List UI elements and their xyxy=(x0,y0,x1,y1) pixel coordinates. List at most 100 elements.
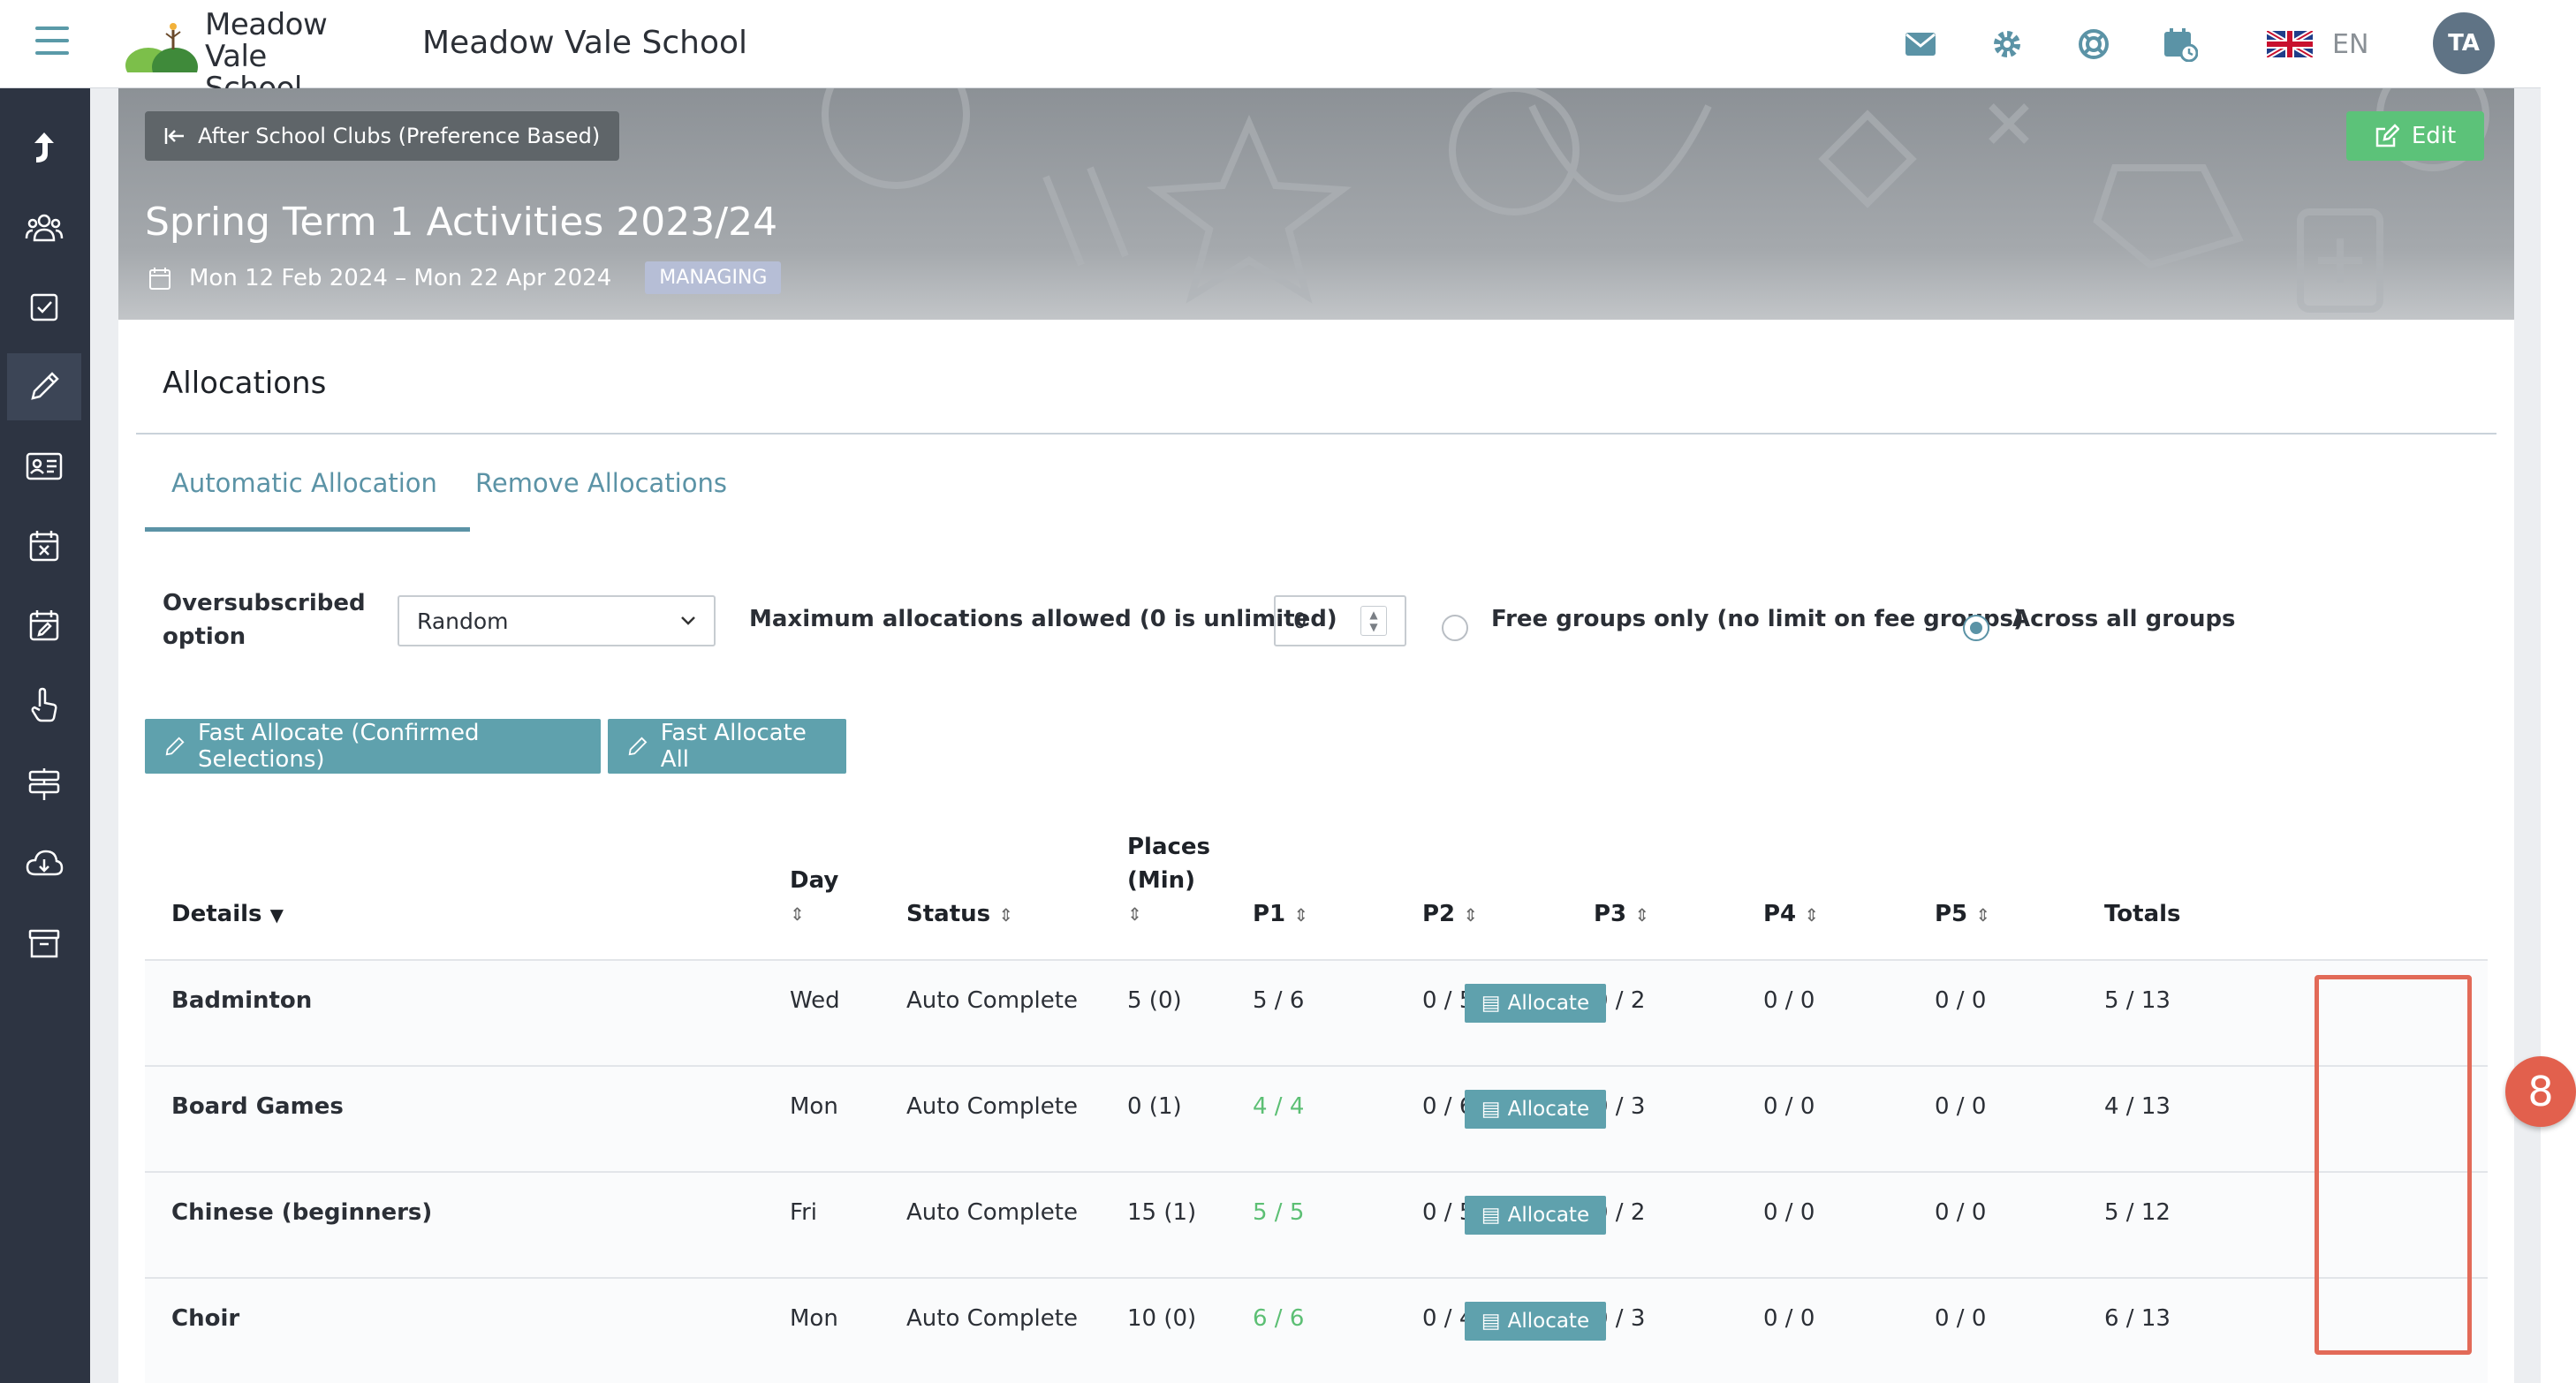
section-divider xyxy=(136,433,2496,435)
cell-p4: 0 / 0 xyxy=(1763,1093,1815,1120)
cell-status: Auto Complete xyxy=(906,1305,1078,1332)
cell-details[interactable]: Badminton xyxy=(171,987,312,1014)
settings-icon[interactable] xyxy=(1988,25,2027,64)
allocate-button[interactable]: ▤ Allocate xyxy=(1465,1302,1606,1341)
fast-allocate-confirmed-button[interactable]: Fast Allocate (Confirmed Selections) xyxy=(145,719,601,774)
cell-p5: 0 / 0 xyxy=(1935,1305,1987,1332)
uk-flag-icon xyxy=(2267,31,2313,57)
logo-hills-icon xyxy=(125,23,198,72)
cell-p4: 0 / 0 xyxy=(1763,1199,1815,1226)
radio-across-all-groups[interactable] xyxy=(1963,615,1989,641)
sort-icon: ⇕ xyxy=(790,903,805,925)
list-icon: ▤ xyxy=(1481,992,1501,1015)
calendar-icon xyxy=(149,267,170,290)
edit-button[interactable]: Edit xyxy=(2346,111,2484,161)
cell-status: Auto Complete xyxy=(906,1093,1078,1120)
hamburger-menu-icon[interactable] xyxy=(35,26,69,55)
cell-day: Wed xyxy=(790,987,840,1014)
cloud-download-icon[interactable] xyxy=(7,830,81,897)
cell-p5: 0 / 0 xyxy=(1935,987,1987,1014)
max-allocations-input[interactable]: 0 ▲ ▼ xyxy=(1274,595,1406,646)
table-row: Choir Mon Auto Complete 10 (0) 6 / 6 0 /… xyxy=(145,1277,2488,1383)
mail-icon[interactable] xyxy=(1901,25,1940,64)
column-header-p1[interactable]: P1 ⇕ xyxy=(1253,897,1308,932)
hand-pointer-icon[interactable] xyxy=(7,671,81,738)
fast-allocate-all-label: Fast Allocate All xyxy=(660,720,807,773)
cell-p5: 0 / 0 xyxy=(1935,1093,1987,1120)
fast-allocate-all-button[interactable]: Fast Allocate All xyxy=(608,719,846,774)
tab-remove-allocations[interactable]: Remove Allocations xyxy=(475,468,727,532)
status-badge: MANAGING xyxy=(645,261,782,294)
oversubscribed-value: Random xyxy=(417,608,509,634)
column-header-p5[interactable]: P5 ⇕ xyxy=(1935,897,1990,932)
allocate-button[interactable]: ▤ Allocate xyxy=(1465,1090,1606,1129)
sort-icon: ⇕ xyxy=(1463,904,1478,926)
max-allocations-label: Maximum allocations allowed (0 is unlimi… xyxy=(749,606,1337,632)
sort-desc-icon: ▼ xyxy=(269,904,284,926)
back-button[interactable]: After School Clubs (Preference Based) xyxy=(145,111,620,161)
column-header-status[interactable]: Status ⇕ xyxy=(906,897,1013,932)
allocate-button[interactable]: ▤ Allocate xyxy=(1465,984,1606,1023)
cell-p4: 0 / 0 xyxy=(1763,1305,1815,1332)
tab-automatic-allocation[interactable]: Automatic Allocation xyxy=(145,468,470,532)
sort-icon: ⇕ xyxy=(1127,903,1142,925)
cell-status: Auto Complete xyxy=(906,987,1078,1014)
edit-icon xyxy=(2375,124,2399,147)
allocate-button[interactable]: ▤ Allocate xyxy=(1465,1196,1606,1235)
checkbox-icon[interactable] xyxy=(7,274,81,341)
school-name: Meadow Vale School xyxy=(422,25,748,61)
pencil-icon xyxy=(628,737,648,756)
language-selector[interactable]: EN xyxy=(2267,25,2368,64)
cell-day: Mon xyxy=(790,1093,838,1120)
cell-p1: 4 / 4 xyxy=(1253,1093,1305,1120)
cell-totals: 6 / 13 xyxy=(2104,1305,2171,1332)
activity-banner: After School Clubs (Preference Based) Ed… xyxy=(118,88,2514,320)
number-stepper-icon[interactable]: ▲ ▼ xyxy=(1360,606,1387,636)
signpost-icon[interactable] xyxy=(7,751,81,818)
list-icon: ▤ xyxy=(1481,1204,1501,1227)
radio-free-groups[interactable] xyxy=(1442,615,1468,641)
cell-totals: 5 / 12 xyxy=(2104,1199,2171,1226)
oversubscribed-label: Oversubscribed option xyxy=(163,590,366,650)
language-code: EN xyxy=(2332,28,2369,60)
cell-day: Fri xyxy=(790,1199,817,1226)
section-title: Allocations xyxy=(163,366,327,401)
archive-icon[interactable] xyxy=(7,910,81,977)
top-bar: Meadow Vale School Meadow Vale School EN… xyxy=(0,0,2576,104)
table-row: Badminton Wed Auto Complete 5 (0) 5 / 6 … xyxy=(145,959,2488,1065)
left-sidebar xyxy=(0,88,90,1383)
column-header-p2[interactable]: P2 ⇕ xyxy=(1422,897,1478,932)
people-icon[interactable] xyxy=(7,194,81,261)
calendar-edit-icon[interactable] xyxy=(7,592,81,659)
back-button-label: After School Clubs (Preference Based) xyxy=(198,124,601,148)
fast-allocate-confirmed-label: Fast Allocate (Confirmed Selections) xyxy=(198,720,480,773)
column-header-day[interactable]: Day ⇕ xyxy=(790,864,838,931)
calendar-clock-icon[interactable] xyxy=(2161,25,2200,64)
calendar-x-icon[interactable] xyxy=(7,512,81,579)
switch-icon[interactable] xyxy=(7,115,81,182)
column-header-p3[interactable]: P3 ⇕ xyxy=(1594,897,1649,932)
date-range: Mon 12 Feb 2024 – Mon 22 Apr 2024 MANAGI… xyxy=(148,261,782,294)
max-allocations-value: 0 xyxy=(1293,608,1307,633)
date-range-text: Mon 12 Feb 2024 – Mon 22 Apr 2024 xyxy=(189,264,612,291)
school-logo[interactable]: Meadow Vale School xyxy=(125,9,355,104)
column-header-places[interactable]: Places (Min) ⇕ xyxy=(1127,830,1210,931)
cell-details[interactable]: Chinese (beginners) xyxy=(171,1199,432,1226)
cell-places: 10 (0) xyxy=(1127,1305,1197,1332)
sort-icon: ⇕ xyxy=(1804,904,1819,926)
pencil-icon[interactable] xyxy=(7,353,81,420)
oversubscribed-select[interactable]: Random xyxy=(398,595,716,646)
column-header-p4[interactable]: P4 ⇕ xyxy=(1763,897,1819,932)
user-avatar[interactable]: TA xyxy=(2433,12,2495,74)
help-icon[interactable] xyxy=(2074,25,2113,64)
cell-details[interactable]: Board Games xyxy=(171,1093,344,1120)
cell-totals: 4 / 13 xyxy=(2104,1093,2171,1120)
cell-details[interactable]: Choir xyxy=(171,1305,239,1332)
cell-places: 0 (1) xyxy=(1127,1093,1182,1120)
column-header-totals: Totals xyxy=(2104,901,2181,927)
column-header-details[interactable]: Details ▼ xyxy=(171,897,284,932)
cell-places: 5 (0) xyxy=(1127,987,1182,1014)
id-card-icon[interactable] xyxy=(7,433,81,500)
page-right-edge xyxy=(2541,0,2576,1383)
radio-across-all-groups-label: Across all groups xyxy=(2012,606,2236,632)
